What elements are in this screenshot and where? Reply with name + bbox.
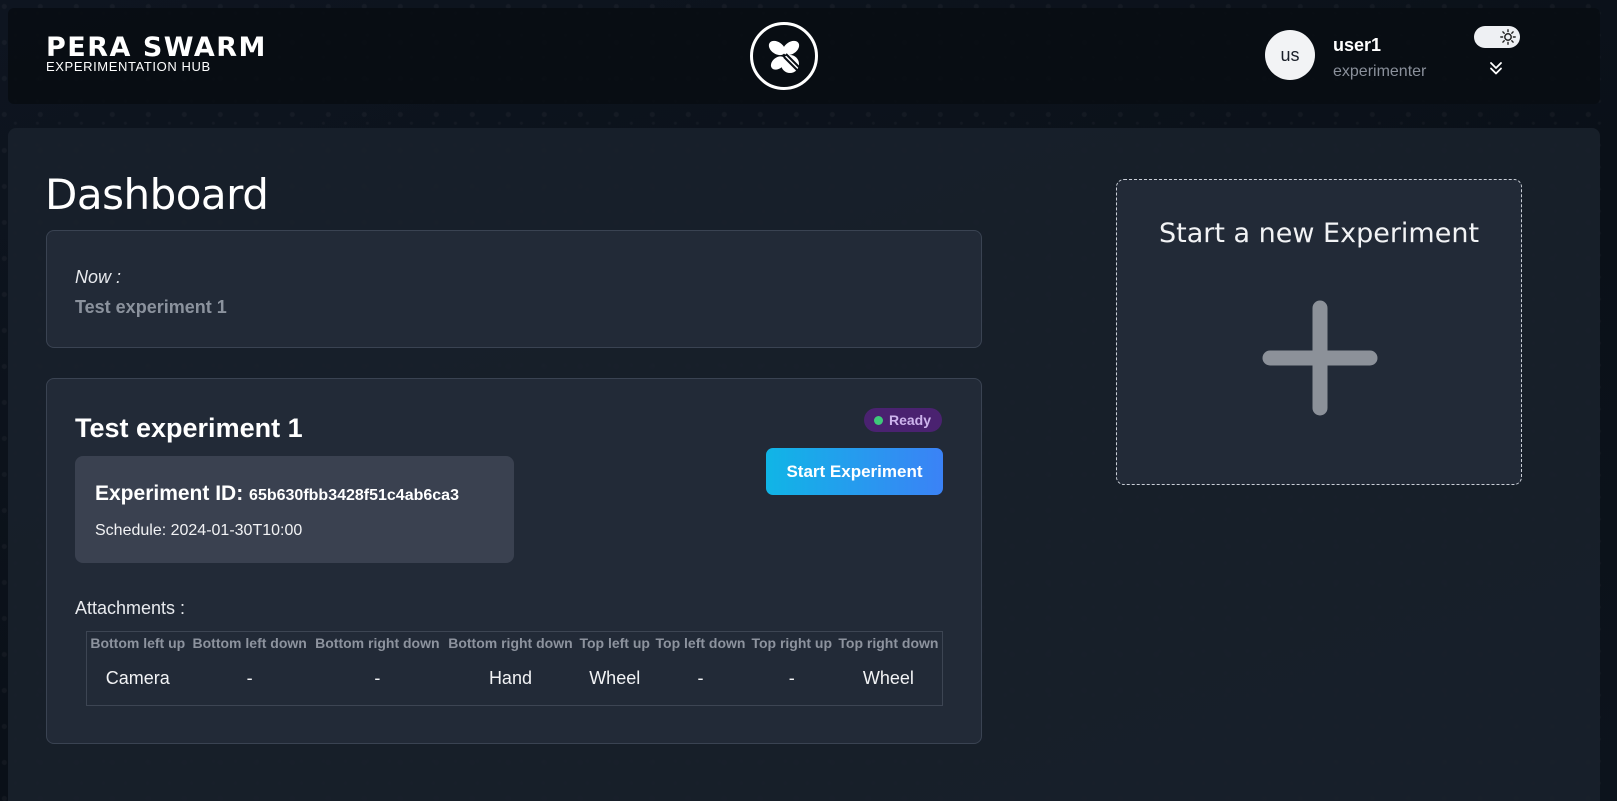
table-header: Top right down	[838, 635, 939, 651]
new-experiment-card[interactable]: Start a new Experiment	[1116, 179, 1522, 485]
attachments-label: Attachments :	[75, 598, 186, 618]
table-cell: -	[374, 667, 381, 688]
plus-icon	[1262, 300, 1378, 416]
app-header: PERA SWARM EXPERIMENTATION HUB us user1 …	[8, 8, 1600, 104]
brand-title: PERA SWARM	[46, 32, 267, 63]
table-cell: -	[246, 667, 253, 688]
table-header: Bottom left down	[192, 635, 307, 651]
experiment-card: Test experiment 1 Ready Start Experiment…	[46, 378, 982, 744]
status-label: Ready	[889, 412, 932, 428]
new-experiment-title: Start a new Experiment	[1158, 218, 1480, 249]
attachments-header-row: Bottom left up Bottom left down Bottom r…	[87, 632, 943, 654]
experiment-schedule: Schedule: 2024-01-30T10:00	[95, 522, 303, 539]
table-cell: Wheel	[862, 667, 914, 688]
experiment-id: Experiment ID: 65b630fbb3428f51c4ab6ca3	[95, 482, 459, 506]
table-header: Bottom right down	[315, 635, 440, 651]
now-experiment-name: Test experiment 1	[75, 297, 227, 317]
now-label: Now :	[75, 267, 122, 287]
table-header: Bottom right down	[448, 635, 573, 651]
user-avatar[interactable]: us	[1265, 30, 1315, 80]
experiment-info-box: Experiment ID: 65b630fbb3428f51c4ab6ca3 …	[75, 456, 514, 563]
table-row: Camera - - Hand Wheel - - Wheel	[87, 653, 943, 706]
now-card: Now : Test experiment 1	[46, 230, 982, 348]
chevron-double-down-icon[interactable]	[1486, 58, 1506, 78]
swarm-logo-icon[interactable]	[750, 22, 818, 90]
table-header: Top left down	[655, 635, 746, 651]
table-cell: Hand	[488, 667, 532, 688]
status-badge: Ready	[864, 408, 943, 432]
theme-toggle[interactable]	[1474, 26, 1520, 48]
experiment-id-label: Experiment ID:	[95, 482, 244, 505]
table-header: Top left up	[579, 635, 650, 651]
user-name: user1	[1333, 35, 1382, 55]
user-role: experimenter	[1333, 63, 1427, 80]
main-panel: Dashboard Now : Test experiment 1 Test e…	[8, 128, 1600, 801]
table-cell: Wheel	[589, 667, 641, 688]
table-header: Bottom left up	[90, 635, 186, 651]
start-experiment-button[interactable]: Start Experiment	[766, 448, 943, 495]
table-cell: Camera	[105, 667, 170, 688]
sun-icon	[1499, 28, 1517, 46]
table-cell: -	[788, 667, 795, 688]
page-title: Dashboard	[45, 170, 269, 219]
status-dot-icon	[874, 415, 883, 425]
brand-logo[interactable]: PERA SWARM EXPERIMENTATION HUB	[46, 34, 267, 74]
table-header: Top right up	[751, 635, 833, 651]
experiment-title: Test experiment 1	[75, 413, 303, 443]
attachments-table: Bottom left up Bottom left down Bottom r…	[86, 631, 943, 706]
experiment-id-value: 65b630fbb3428f51c4ab6ca3	[249, 487, 459, 504]
table-cell: -	[697, 667, 704, 688]
